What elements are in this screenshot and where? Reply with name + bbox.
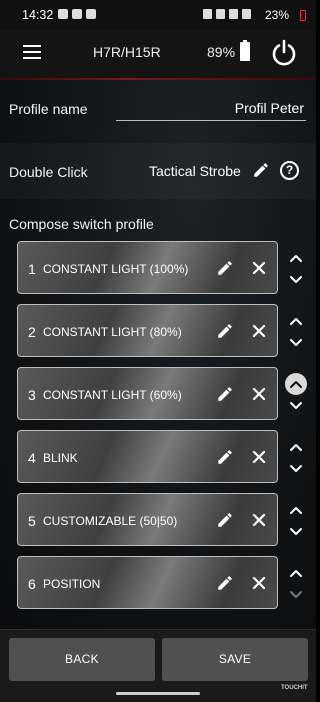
status-time: 14:32 <box>22 8 54 22</box>
row-number: 4 <box>28 450 36 466</box>
status-battery-icon <box>300 10 306 21</box>
battery-icon <box>240 40 250 62</box>
watermark: TOUCHIT <box>281 685 308 691</box>
bluetooth-icon <box>203 9 212 19</box>
pencil-icon[interactable] <box>216 259 234 277</box>
close-icon[interactable] <box>251 575 267 591</box>
profile-name-underline <box>116 120 306 121</box>
signal-icon <box>242 9 251 19</box>
chevron-down-icon <box>287 588 305 600</box>
profile-name-input[interactable]: Profil Peter <box>150 100 304 116</box>
row-label: CUSTOMIZABLE (50|50) <box>43 514 178 528</box>
status-bar: 14:32 23% <box>0 0 316 30</box>
save-button[interactable]: SAVE <box>162 638 308 681</box>
chevron-down-icon[interactable] <box>287 462 305 474</box>
device-battery-percent: 89% <box>207 44 236 60</box>
row-label: CONSTANT LIGHT (100%) <box>43 262 189 276</box>
page-title: H7R/H15R <box>93 44 161 60</box>
notification-icons <box>58 9 96 19</box>
profile-row-1[interactable]: 1 CONSTANT LIGHT (100%) <box>17 241 278 294</box>
profile-row-6[interactable]: 6 POSITION <box>17 556 278 609</box>
power-icon[interactable] <box>270 38 298 66</box>
compose-label: Compose switch profile <box>9 216 154 232</box>
row-label: POSITION <box>43 577 101 591</box>
chevron-down-icon[interactable] <box>287 525 305 537</box>
location-icon <box>216 9 225 19</box>
back-button[interactable]: BACK <box>9 638 155 681</box>
chevron-up-icon[interactable] <box>287 503 305 515</box>
profile-name-label: Profile name <box>9 101 88 117</box>
row-number: 5 <box>28 513 36 529</box>
help-icon[interactable]: ? <box>280 161 299 180</box>
close-icon[interactable] <box>251 260 267 276</box>
row-number: 3 <box>28 387 36 403</box>
row-number: 6 <box>28 576 36 592</box>
chevron-up-icon[interactable] <box>287 314 305 326</box>
home-indicator[interactable] <box>116 692 200 695</box>
chevron-up-icon[interactable] <box>287 566 305 578</box>
chevron-down-icon[interactable] <box>287 273 305 285</box>
wifi-icon <box>229 9 238 19</box>
double-click-label: Double Click <box>9 164 88 180</box>
pencil-icon[interactable] <box>216 385 234 403</box>
profile-row-3[interactable]: 3 CONSTANT LIGHT (60%) <box>17 367 278 420</box>
close-icon[interactable] <box>251 512 267 528</box>
chevron-down-icon[interactable] <box>287 336 305 348</box>
close-icon[interactable] <box>251 449 267 465</box>
gallery-icon <box>72 9 82 19</box>
system-icons <box>203 9 251 19</box>
row-label: BLINK <box>43 451 78 465</box>
pencil-icon[interactable] <box>216 448 234 466</box>
app-header: H7R/H15R 89% <box>0 30 316 78</box>
row-number: 1 <box>28 261 36 277</box>
pencil-icon[interactable] <box>216 574 234 592</box>
chevron-up-icon[interactable] <box>287 377 305 389</box>
profile-row-5[interactable]: 5 CUSTOMIZABLE (50|50) <box>17 493 278 546</box>
close-icon[interactable] <box>251 386 267 402</box>
chevron-up-icon[interactable] <box>287 440 305 452</box>
close-icon[interactable] <box>251 323 267 339</box>
row-number: 2 <box>28 324 36 340</box>
profile-row-2[interactable]: 2 CONSTANT LIGHT (80%) <box>17 304 278 357</box>
double-click-value: Tactical Strobe <box>149 163 241 179</box>
pencil-icon[interactable] <box>216 322 234 340</box>
chevron-down-icon[interactable] <box>287 399 305 411</box>
row-label: CONSTANT LIGHT (60%) <box>43 388 182 402</box>
message-icon <box>86 9 96 19</box>
status-battery: 23% <box>265 8 290 22</box>
profile-row-4[interactable]: 4 BLINK <box>17 430 278 483</box>
menu-icon[interactable] <box>23 45 41 59</box>
pencil-icon[interactable] <box>216 511 234 529</box>
pencil-icon[interactable] <box>252 161 270 179</box>
chevron-up-icon[interactable] <box>287 251 305 263</box>
row-label: CONSTANT LIGHT (80%) <box>43 325 182 339</box>
notification-icon <box>58 9 68 19</box>
